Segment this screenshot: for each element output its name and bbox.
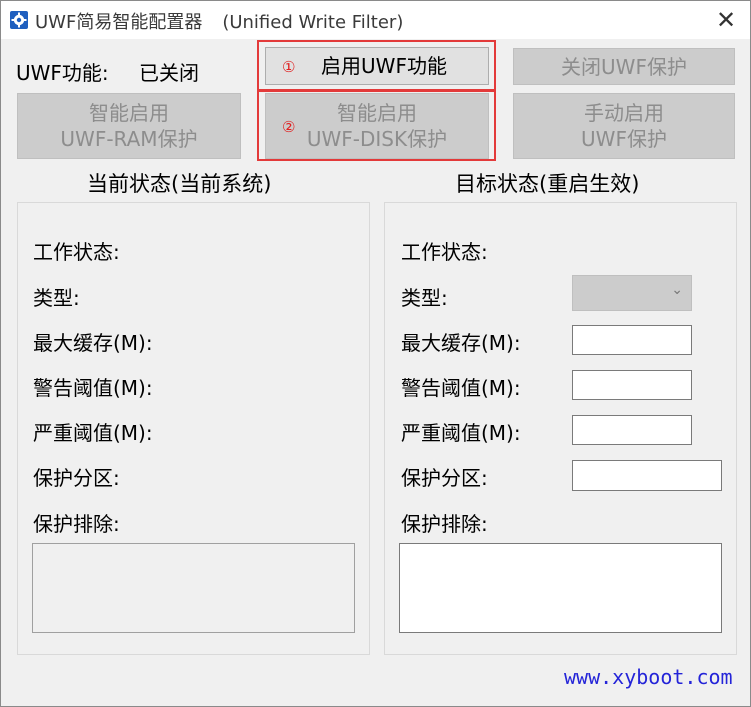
manual-line2: UWF保护 — [581, 127, 667, 151]
uwf-status-label: UWF功能: — [16, 61, 109, 85]
smart-ram-button[interactable]: 智能启用 UWF-RAM保护 — [17, 93, 241, 159]
current-exclusions-label: 保护排除: — [33, 512, 120, 536]
current-work-status-label: 工作状态: — [33, 240, 120, 264]
target-type-select[interactable]: ⌄ — [572, 275, 692, 311]
target-exclusions-list[interactable] — [399, 543, 722, 633]
window-title-sub: (Unified Write Filter) — [222, 12, 404, 33]
highlight-box-step-2 — [257, 89, 496, 161]
target-work-status-label: 工作状态: — [401, 240, 488, 264]
close-uwf-button[interactable]: 关闭UWF保护 — [513, 48, 735, 85]
current-max-cache-label: 最大缓存(M): — [33, 331, 153, 355]
close-uwf-label: 关闭UWF保护 — [561, 54, 687, 79]
current-type-label: 类型: — [33, 286, 80, 310]
target-warning-threshold-input[interactable] — [572, 370, 692, 400]
smart-ram-line1: 智能启用 — [89, 101, 169, 125]
manual-enable-button[interactable]: 手动启用 UWF保护 — [513, 93, 735, 159]
close-icon: ✕ — [715, 6, 737, 34]
target-status-title: 目标状态(重启生效) — [455, 172, 640, 196]
current-warning-threshold-label: 警告阈值(M): — [33, 376, 153, 400]
current-status-title: 当前状态(当前系统) — [87, 172, 272, 196]
uwf-status-value: 已关闭 — [139, 61, 199, 85]
manual-line1: 手动启用 — [584, 101, 664, 125]
target-exclusions-label: 保护排除: — [401, 512, 488, 536]
target-type-label: 类型: — [401, 286, 448, 310]
app-window: UWF简易智能配置器 (Unified Write Filter) ✕ UWF功能… — [0, 0, 751, 707]
target-max-cache-input[interactable] — [572, 325, 692, 355]
gear-icon — [10, 11, 28, 29]
target-protected-volume-label: 保护分区: — [401, 466, 488, 490]
website-link[interactable]: www.xyboot.com — [564, 665, 733, 689]
window-title: UWF简易智能配置器 (Unified Write Filter) — [35, 8, 403, 34]
highlight-box-step-1 — [257, 40, 496, 92]
current-exclusions-list — [32, 543, 355, 633]
target-critical-threshold-input[interactable] — [572, 415, 692, 445]
title-bar: UWF简易智能配置器 (Unified Write Filter) ✕ — [1, 1, 750, 39]
target-critical-threshold-label: 严重阈值(M): — [401, 421, 521, 445]
close-button[interactable]: ✕ — [706, 4, 746, 36]
target-warning-threshold-label: 警告阈值(M): — [401, 376, 521, 400]
current-critical-threshold-label: 严重阈值(M): — [33, 421, 153, 445]
current-protected-volume-label: 保护分区: — [33, 466, 120, 490]
chevron-down-icon: ⌄ — [671, 282, 683, 298]
target-max-cache-label: 最大缓存(M): — [401, 331, 521, 355]
target-protected-volume-input[interactable] — [572, 460, 722, 491]
window-title-main: UWF简易智能配置器 — [35, 12, 203, 33]
smart-ram-line2: UWF-RAM保护 — [60, 127, 198, 151]
